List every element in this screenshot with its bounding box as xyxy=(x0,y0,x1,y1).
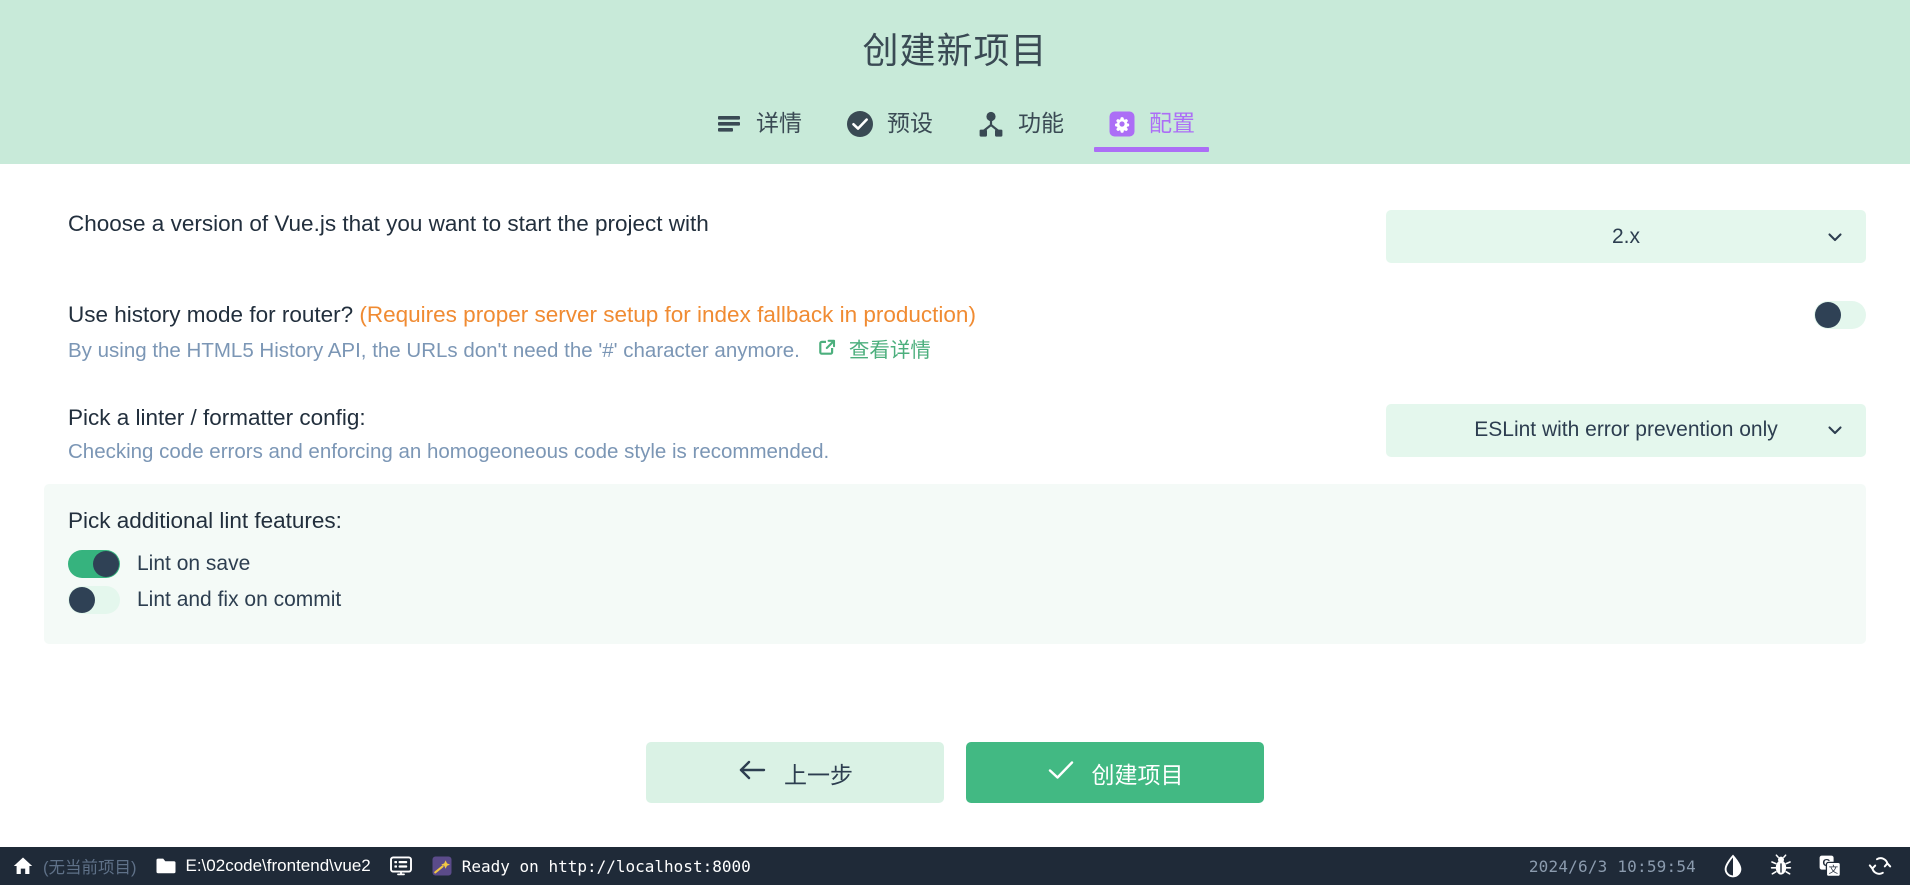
toggle-knob xyxy=(1815,302,1841,328)
vue-cli-create-project-window: 创建新项目 详情 预设 功能 配置 Choose a version of Vu… xyxy=(0,0,1910,885)
status-project-path: E:\02code\frontend\vue2 xyxy=(185,856,371,875)
prompt-history-mode-description: By using the HTML5 History API, the URLs… xyxy=(68,338,800,362)
tab-details-label: 详情 xyxy=(756,109,802,136)
chevron-down-icon xyxy=(1825,227,1845,247)
lint-on-save-toggle[interactable] xyxy=(68,549,120,578)
create-project-button[interactable]: 创建项目 xyxy=(966,742,1264,803)
lint-on-save-label: Lint on save xyxy=(137,551,251,575)
tab-features-label: 功能 xyxy=(1018,109,1064,136)
wizard-actions: 上一步 创建项目 xyxy=(0,742,1910,803)
tab-features[interactable]: 功能 xyxy=(955,96,1086,152)
back-button[interactable]: 上一步 xyxy=(646,742,944,803)
status-task-text: Ready on http://localhost:8000 xyxy=(461,856,751,876)
prompt-vue-version-text: Choose a version of Vue.js that you want… xyxy=(68,210,1386,238)
home-icon[interactable] xyxy=(12,855,34,877)
comet-icon xyxy=(431,855,453,877)
vue-version-select-value: 2.x xyxy=(1611,224,1640,248)
prompt-history-mode-question: Use history mode for router? (Requires p… xyxy=(68,301,1346,329)
folder-icon[interactable] xyxy=(155,856,177,876)
toggle-knob xyxy=(93,550,119,577)
lint-feature-lint-on-save[interactable]: Lint on save xyxy=(68,546,1866,582)
prompt-vue-version-question: Choose a version of Vue.js that you want… xyxy=(68,211,709,236)
prompt-linter-config-control: ESLint with error prevention only xyxy=(1386,403,1866,457)
page-title: 创建新项目 xyxy=(862,30,1048,71)
tab-presets[interactable]: 预设 xyxy=(824,96,955,152)
lint-feature-lint-and-fix-on-commit[interactable]: Lint and fix on commit xyxy=(68,582,1866,618)
prompt-history-mode-text: Use history mode for router? (Requires p… xyxy=(68,301,1386,366)
external-link-icon xyxy=(816,336,838,366)
node-hierarchy-icon xyxy=(977,110,1005,138)
configuration-panel: Choose a version of Vue.js that you want… xyxy=(0,164,1910,847)
prompt-linter-config-description: Checking code errors and enforcing an ho… xyxy=(68,439,830,463)
check-icon xyxy=(1047,758,1075,788)
back-button-label: 上一步 xyxy=(784,761,853,788)
prompt-vue-version: Choose a version of Vue.js that you want… xyxy=(0,164,1910,263)
status-home-group[interactable]: (无当前项目) xyxy=(12,854,137,878)
prompt-linter-config-text: Pick a linter / formatter config: Checki… xyxy=(68,404,1386,466)
linter-config-select[interactable]: ESLint with error prevention only xyxy=(1386,403,1866,457)
theme-droplet-icon[interactable] xyxy=(1722,854,1744,878)
tab-details[interactable]: 详情 xyxy=(693,96,824,152)
history-mode-toggle[interactable] xyxy=(1814,301,1866,329)
translate-icon[interactable]: G 文 xyxy=(1818,854,1842,878)
tab-presets-label: 预设 xyxy=(887,109,933,136)
svg-text:文: 文 xyxy=(1829,864,1839,876)
check-circle-icon xyxy=(846,110,874,138)
prompt-history-mode-question-label: Use history mode for router? xyxy=(68,302,354,327)
lint-and-fix-on-commit-label: Lint and fix on commit xyxy=(137,587,342,611)
history-mode-more-info-link[interactable]: 查看详情 xyxy=(816,336,931,366)
status-datetime: 2024/6/3 10:59:54 xyxy=(1528,856,1696,876)
status-project-name: (无当前项目) xyxy=(43,859,137,877)
prompt-linter-config-question: Pick a linter / formatter config: xyxy=(68,404,366,430)
arrow-left-icon xyxy=(737,758,767,788)
status-right-group: 2024/6/3 10:59:54 G xyxy=(1529,854,1896,878)
prompt-history-mode-control xyxy=(1386,301,1866,329)
prompt-history-mode-warning: (Requires proper server setup for index … xyxy=(359,302,976,327)
status-project-path-group[interactable]: E:\02code\frontend\vue2 xyxy=(155,856,371,876)
prompt-history-mode: Use history mode for router? (Requires p… xyxy=(0,263,1910,366)
terminal-icon[interactable] xyxy=(389,855,413,877)
page-header: 创建新项目 详情 预设 功能 配置 xyxy=(0,0,1910,164)
refresh-icon[interactable] xyxy=(1868,855,1892,877)
wizard-tabs: 详情 预设 功能 配置 xyxy=(693,96,1217,152)
tab-configuration-label: 配置 xyxy=(1149,109,1195,136)
create-project-button-label: 创建项目 xyxy=(1091,761,1184,788)
lint-and-fix-on-commit-toggle[interactable] xyxy=(68,585,120,614)
tab-configuration[interactable]: 配置 xyxy=(1086,96,1217,152)
status-bar: (无当前项目) E:\02code\frontend\vue2 Ready on… xyxy=(0,847,1910,885)
lint-features-panel: Pick additional lint features: Lint on s… xyxy=(44,483,1866,644)
bug-icon[interactable] xyxy=(1770,854,1792,878)
active-tab-underline xyxy=(1094,147,1209,152)
lint-features-title: Pick additional lint features: xyxy=(68,507,342,533)
status-terminal-group[interactable] xyxy=(389,855,413,877)
list-lines-icon xyxy=(715,110,743,138)
chevron-down-icon xyxy=(1825,420,1845,440)
linter-config-select-value: ESLint with error prevention only xyxy=(1474,418,1778,442)
status-task-group[interactable]: Ready on http://localhost:8000 xyxy=(431,855,751,877)
prompt-linter-config: Pick a linter / formatter config: Checki… xyxy=(0,366,1910,466)
toggle-knob xyxy=(69,586,95,613)
prompt-history-mode-description-row: By using the HTML5 History API, the URLs… xyxy=(68,336,1346,366)
gear-square-icon xyxy=(1108,110,1136,138)
history-mode-more-info-label: 查看详情 xyxy=(848,338,931,362)
prompt-vue-version-control: 2.x xyxy=(1386,210,1866,263)
vue-version-select[interactable]: 2.x xyxy=(1386,210,1866,263)
